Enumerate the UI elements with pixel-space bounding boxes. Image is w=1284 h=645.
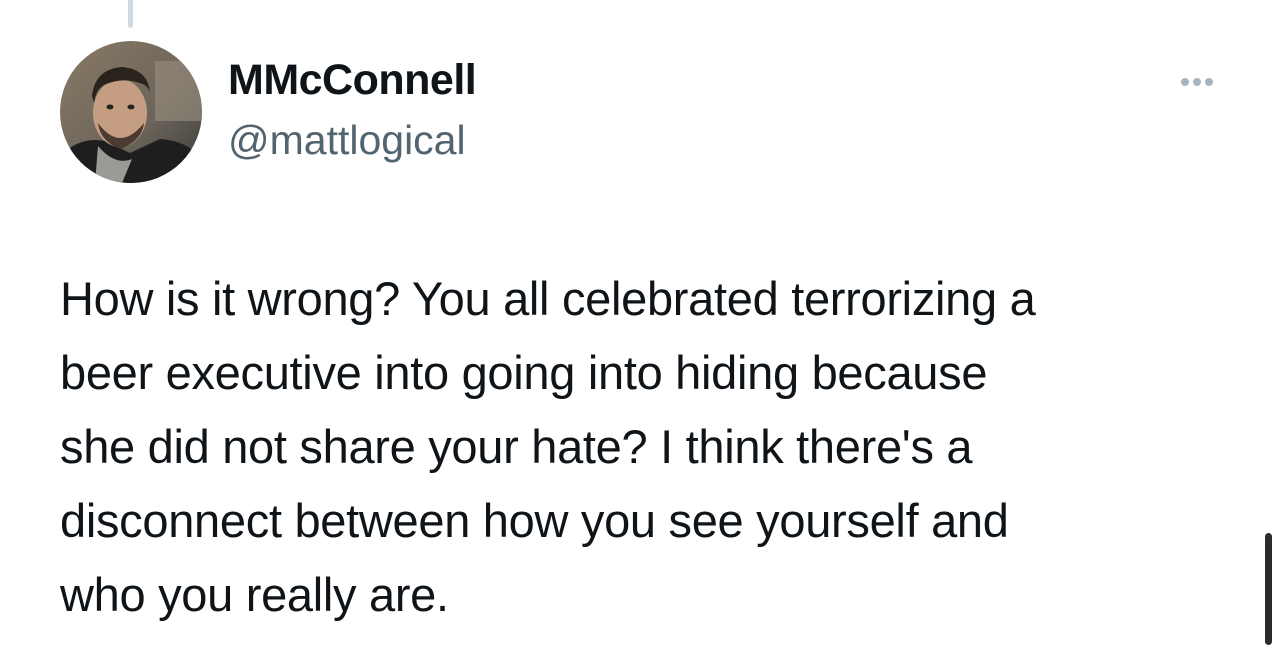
tweet-text-line: How is it wrong? You all celebrated terr…: [60, 272, 1036, 325]
more-horizontal-icon: [1181, 78, 1189, 86]
tweet-text-line: disconnect between how you see yourself …: [60, 494, 1009, 547]
scrollbar-thumb[interactable]: [1265, 533, 1272, 645]
tweet-text-line: she did not share your hate? I think the…: [60, 420, 973, 473]
thread-connector-line: [128, 0, 133, 28]
tweet-text-line: who you really are.: [60, 568, 449, 621]
tweet-text: How is it wrong? You all celebrated terr…: [60, 262, 1240, 632]
more-horizontal-icon-dot: [1193, 78, 1201, 86]
user-photo-icon: [60, 41, 202, 183]
tweet-text-line: beer executive into going into hiding be…: [60, 346, 988, 399]
more-options-button[interactable]: [1168, 62, 1226, 102]
more-horizontal-icon-dot: [1205, 78, 1213, 86]
avatar[interactable]: [60, 41, 202, 183]
author-handle[interactable]: @mattlogical: [228, 117, 466, 164]
author-display-name[interactable]: MMcConnell: [228, 56, 477, 105]
